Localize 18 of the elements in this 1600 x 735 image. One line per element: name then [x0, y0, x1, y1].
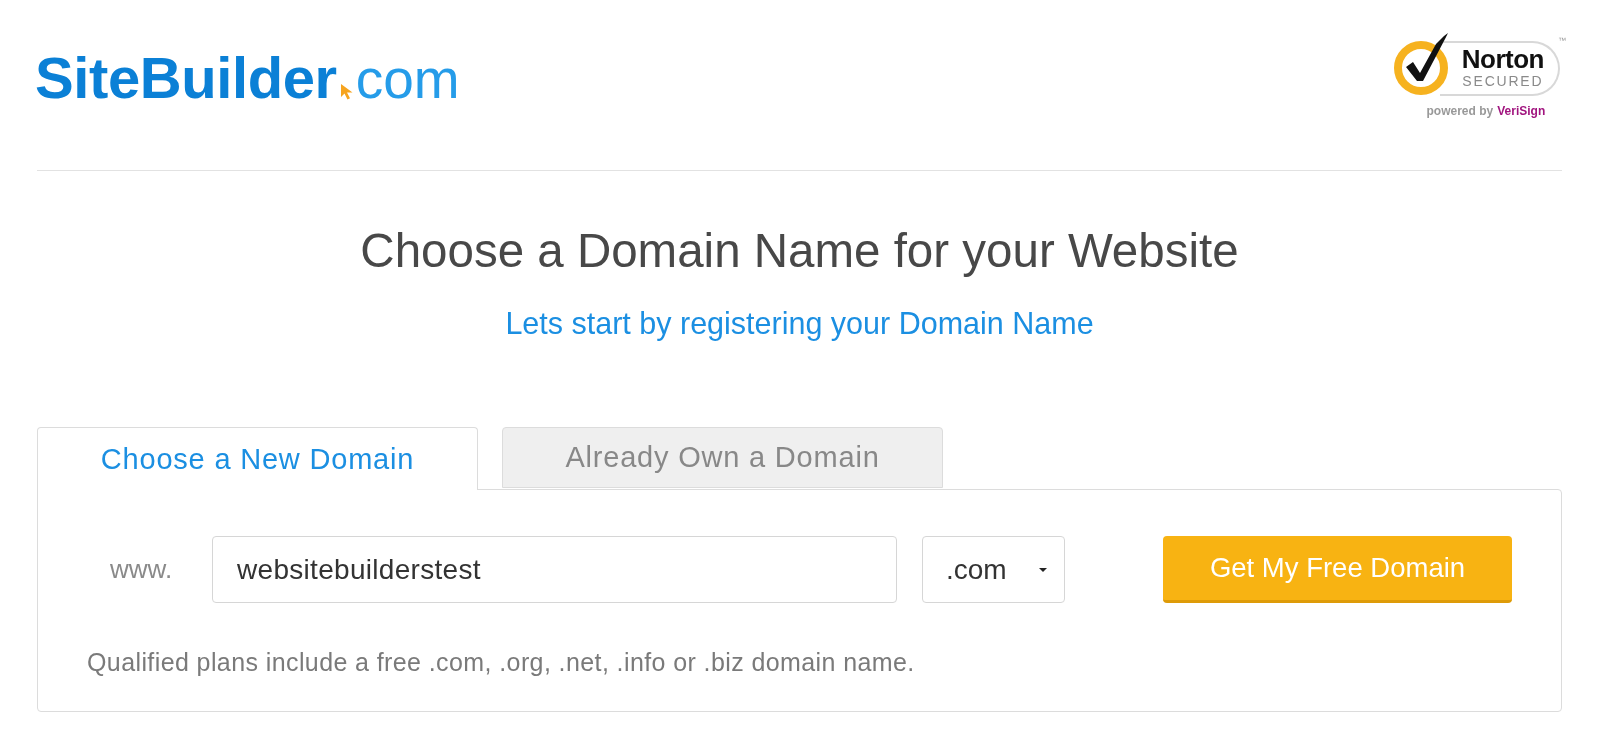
trademark-sign: ™ — [1558, 36, 1566, 45]
domain-tab[interactable]: Already Own a Domain — [502, 427, 943, 488]
provider-name: VeriSign — [1497, 104, 1546, 118]
logo-domain-suffix[interactable]: com — [355, 49, 460, 110]
seal-brand: Norton — [1461, 45, 1544, 74]
powered-by-label: powered by — [1426, 104, 1494, 118]
www-prefix: www. — [110, 554, 174, 585]
logo-wordmark[interactable]: SiteBuilder — [35, 46, 337, 110]
seal-status: SECURED — [1462, 73, 1544, 90]
plan-note: Qualified plans include a free .com, .org, .net, .info or .biz domain name. — [87, 647, 916, 677]
caret-icon — [1039, 567, 1047, 572]
cursor-arrow-icon — [339, 82, 354, 100]
page-heading: Choose a Domain Name for your Website — [359, 223, 1240, 278]
get-domain-button[interactable]: Get My Free Domain — [1163, 536, 1512, 603]
page-subheading: Lets start by registering your Domain Name — [504, 306, 1095, 340]
extension-dropdown[interactable]: .com — [922, 536, 1065, 603]
domain-tab[interactable]: Choose a New Domain — [37, 427, 478, 490]
domain-field[interactable]: websitebuilderstest — [212, 536, 897, 603]
